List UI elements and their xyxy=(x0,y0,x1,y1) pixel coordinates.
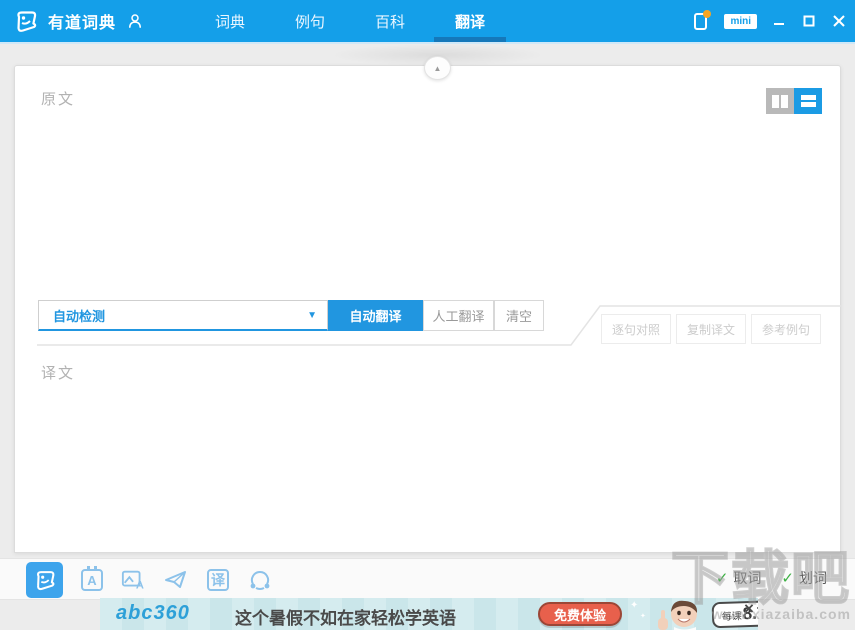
highlight-word-label: 划词 xyxy=(799,570,827,586)
highlight-word-toggle[interactable]: ✓ 划词 xyxy=(781,568,827,588)
ad-cta-button[interactable]: 免费体验 xyxy=(538,602,623,626)
columns-layout-icon xyxy=(772,94,788,108)
tab-dictionary[interactable]: 词典 xyxy=(190,0,270,42)
app-title: 有道词典 xyxy=(48,15,117,32)
community-button[interactable] xyxy=(247,567,273,593)
price-label: 每课 xyxy=(721,610,742,623)
tab-examples[interactable]: 例句 xyxy=(270,0,350,42)
app-brand: 有道词典 xyxy=(12,0,144,42)
toolbar-icon-group: A A 译 xyxy=(26,562,273,598)
check-icon: ✓ xyxy=(715,570,729,587)
ad-banner[interactable]: abc360 这个暑假不如在家轻松学英语 免费体验 ✦ ✦ 每课 8.7 元 xyxy=(100,598,758,630)
language-select-value: 自动检测 xyxy=(53,308,106,324)
check-icon: ✓ xyxy=(781,570,794,587)
ad-headline: 这个暑假不如在家轻松学英语 xyxy=(235,609,456,628)
result-button-group: 逐句对照 复制译文 参考例句 xyxy=(601,314,821,344)
auto-translate-button[interactable]: 自动翻译 xyxy=(328,300,423,331)
translate-panel: 原文 自动检测 ▼ 自动翻译 人工翻译 清空 逐句对照 复制译文 参考例句 译文 xyxy=(14,65,841,553)
layout-rows-button[interactable] xyxy=(794,88,822,114)
dictionary-home-button[interactable] xyxy=(26,562,63,598)
source-text-label: 原文 xyxy=(41,91,76,108)
photo-translate-icon: A xyxy=(121,570,144,591)
chevron-down-icon: ▼ xyxy=(307,309,317,321)
capture-word-label: 取词 xyxy=(733,570,762,586)
word-capture-toggles: ✓ 取词 ✓ 划词 xyxy=(716,568,827,588)
tab-translate[interactable]: 翻译 xyxy=(430,0,510,42)
clear-button[interactable]: 清空 xyxy=(494,300,544,331)
main-nav-tabs: 词典 例句 百科 翻译 xyxy=(190,0,510,42)
mini-mode-button[interactable]: mini xyxy=(724,13,757,29)
wordbook-icon: A xyxy=(81,566,103,591)
bottom-toolbar: A A 译 ✓ 取词 ✓ 划词 xyxy=(0,558,855,600)
tab-label: 百科 xyxy=(374,13,405,31)
source-text-input[interactable] xyxy=(16,114,839,299)
notification-dot xyxy=(703,10,712,18)
title-bar: 有道词典 词典 例句 百科 翻译 mini xyxy=(0,0,855,42)
sentence-compare-button[interactable]: 逐句对照 xyxy=(601,314,671,344)
layout-toggle-group xyxy=(766,88,822,114)
tab-label: 例句 xyxy=(294,13,325,31)
human-translate-button[interactable]: 人工翻译 xyxy=(423,300,494,331)
sparkle-icon: ✦ xyxy=(630,600,639,611)
close-button[interactable] xyxy=(831,13,847,29)
target-text-label: 译文 xyxy=(41,365,76,382)
capture-word-toggle[interactable]: ✓ 取词 xyxy=(716,568,762,588)
youdao-logo-icon xyxy=(36,571,54,591)
collapse-panel-button[interactable]: ▲ xyxy=(424,56,451,80)
minimize-button[interactable] xyxy=(771,13,787,29)
window-controls: mini xyxy=(692,0,847,42)
translate-tool-button[interactable]: 译 xyxy=(205,567,231,593)
ad-girl-photo xyxy=(652,598,712,630)
tab-label: 词典 xyxy=(214,13,245,31)
feedback-button[interactable] xyxy=(163,567,189,593)
sparkle-icon: ✦ xyxy=(640,613,646,620)
svg-text:A: A xyxy=(136,579,144,591)
tab-label: 翻译 xyxy=(454,13,485,31)
maximize-button[interactable] xyxy=(801,13,817,29)
ad-brand-logo: abc360 xyxy=(116,602,190,624)
layout-columns-button[interactable] xyxy=(766,88,794,114)
translate-icon: 译 xyxy=(207,569,229,591)
copy-translation-button[interactable]: 复制译文 xyxy=(676,314,746,344)
wordbook-button[interactable]: A xyxy=(79,566,105,593)
target-text-output[interactable] xyxy=(16,388,839,551)
chevron-up-icon: ▲ xyxy=(433,63,442,73)
tab-encyclopedia[interactable]: 百科 xyxy=(350,0,430,42)
community-circle-icon xyxy=(250,570,270,590)
user-account-icon[interactable] xyxy=(126,12,144,30)
reference-examples-button[interactable]: 参考例句 xyxy=(751,314,821,344)
paper-plane-icon xyxy=(165,571,186,588)
youdao-logo-icon xyxy=(12,7,40,35)
ad-close-button[interactable]: × xyxy=(740,600,758,619)
app-window: 有道词典 词典 例句 百科 翻译 mini ▲ 原文 自动检测 ▼ 自动翻译 人… xyxy=(0,0,855,630)
language-select[interactable]: 自动检测 ▼ xyxy=(38,300,328,331)
notification-phone-icon[interactable] xyxy=(692,10,712,32)
photo-translate-button[interactable]: A xyxy=(121,567,147,593)
rows-layout-icon xyxy=(800,95,816,107)
